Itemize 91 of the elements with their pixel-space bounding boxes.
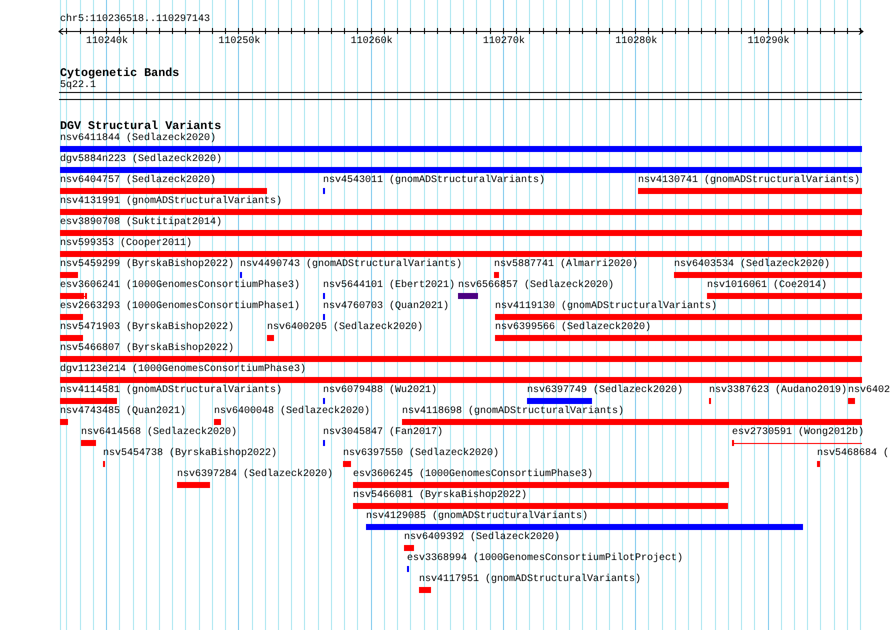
feature-label: nsv4118698 (gnomADStructuralVariants) [402,406,624,418]
tick-label: 110280k [615,36,658,48]
variant-bar[interactable] [707,293,862,299]
feature-label: nsv3045847 (Fan2017) [322,427,444,439]
variant-bar[interactable] [267,335,274,341]
feature-label: nsv4114581 (gnomADStructuralVariants) [60,385,282,397]
variant-bar[interactable] [60,398,117,404]
feature-label: nsv6400048 (Sedlazeck2020) [214,406,370,418]
feature-label: nsv5887741 (Almarri2020) [494,259,638,271]
variant-bar[interactable] [402,419,862,425]
feature-label: nsv6397550 (Sedlazeck2020) [342,448,500,460]
variant-bar[interactable] [60,209,862,215]
feature-label: nsv5468684 ( [816,448,889,460]
variant-bar[interactable] [366,524,803,530]
band-label: 5q22.1 [60,80,96,92]
position-label: chr5:110236518..110297143 [60,14,210,26]
variant-end-tick [85,293,87,299]
variant-bar[interactable] [60,146,862,152]
variant-bar[interactable] [458,293,478,299]
feature-label: nsv4129085 (gnomADStructuralVariants) [366,511,588,523]
variant-bar[interactable] [60,230,862,236]
variant-bar[interactable] [60,356,862,362]
chromosome-band[interactable] [59,92,862,100]
feature-label: nsv6404757 (Sedlazeck2020) [60,175,216,187]
variant-bar[interactable] [60,272,78,278]
variant-bar[interactable] [494,272,499,278]
feature-label: dgv5884n223 (Sedlazeck2020) [60,154,222,166]
variant-bar[interactable] [353,503,728,509]
feature-label: nsv5466807 (ByrskaBishop2022) [60,343,234,355]
tick-label: 110250k [218,36,260,48]
variant-bar[interactable] [419,587,431,593]
variant-bar[interactable] [817,461,820,467]
feature-label: nsv6397284 (Sedlazeck2020) [176,469,334,481]
variant-bar[interactable] [495,335,862,341]
feature-label: nsv6566857 (Sedlazeck2020) [458,280,614,292]
variant-bar[interactable] [60,377,862,383]
variant-bar[interactable] [343,461,351,467]
feature-label: nsv4130741 (gnomADStructuralVariants) [638,175,860,187]
feature-label: nsv3387623 (Audano2019) [708,385,847,397]
feature-label: nsv6399566 (Sedlazeck2020) [494,322,652,334]
variant-bar[interactable] [404,545,414,551]
variant-bar[interactable] [527,398,592,404]
tick-label: 110260k [350,36,393,48]
variant-bar[interactable] [60,419,68,425]
variant-bar[interactable] [60,335,83,341]
feature-label: nsv1016061 (Coe2014) [706,280,827,292]
variant-bar[interactable] [848,398,855,404]
feature-label: nsv4490743 (gnomADStructuralVariants) [240,259,462,271]
feature-label: nsv6400205 (Sedlazeck2020) [266,322,424,334]
feature-label: nsv599353 (Cooper2011) [60,238,192,250]
tick-label: 110240k [86,36,128,48]
tick-label: 110290k [748,36,790,48]
feature-label: nsv4119130 (gnomADStructuralVariants) [494,301,718,313]
feature-label: nsv4131991 (gnomADStructuralVariants) [60,196,282,208]
feature-label: nsv6411844 (Sedlazeck2020) [60,133,216,145]
feature-label: nsv4117951 (gnomADStructuralVariants) [418,574,642,586]
feature-label: nsv6409392 (Sedlazeck2020) [404,532,560,544]
feature-label: esv2663293 (1000GenomesConsortiumPhase1) [60,301,300,313]
feature-label: esv3606241 (1000GenomesConsortiumPhase3) [60,280,300,292]
feature-label: nsv6414568 (Sedlazeck2020) [80,427,238,439]
feature-label: esv3368994 (1000GenomesConsortiumPilotProject) [406,553,684,565]
variant-bar[interactable] [674,272,862,278]
feature-label: nsv6403534 (Sedlazeck2020) [674,259,830,271]
feature-label: nsv5454738 (ByrskaBishop2022) [102,448,278,460]
feature-label: nsv5459299 (ByrskaBishop2022) [60,259,234,271]
variant-bar[interactable] [353,482,729,488]
feature-label: nsv5471903 (ByrskaBishop2022) [60,322,234,334]
feature-label: nsv4760703 (Quan2021) [322,301,450,313]
variant-bar[interactable] [60,188,267,194]
variant-bar[interactable] [60,167,862,173]
variant-bar[interactable] [495,314,862,320]
feature-label: nsv5466081 (ByrskaBishop2022) [352,490,528,502]
feature-label: nsv4543011 (gnomADStructuralVariants) [322,175,546,187]
variant-bar[interactable] [214,419,221,425]
feature-label: nsv6402 [848,385,890,397]
feature-label: nsv5644101 (Ebert2021) [322,280,456,292]
variant-bar[interactable] [60,251,862,257]
variant-bar[interactable] [60,314,83,320]
track-title: DGV Structural Variants [60,120,222,133]
feature-label: esv3890708 (Suktitipat2014) [60,217,222,229]
variant-bar[interactable] [177,482,210,488]
feature-label: nsv6397749 (Sedlazeck2020) [526,385,684,397]
feature-label: dgv1123e214 (1000GenomesConsortiumPhase3) [60,364,306,376]
track-title: Cytogenetic Bands [60,66,180,80]
feature-label: esv3606245 (1000GenomesConsortiumPhase3) [352,469,594,481]
variant-bar[interactable] [81,440,96,446]
feature-label: nsv6079488 (Wu2021) [322,385,438,397]
feature-label: nsv4743485 (Quan2021) [60,406,186,418]
feature-label: esv2730591 (Wong2012b) [732,427,864,439]
tick-label: 110270k [482,36,525,48]
variant-bar[interactable] [638,188,862,194]
